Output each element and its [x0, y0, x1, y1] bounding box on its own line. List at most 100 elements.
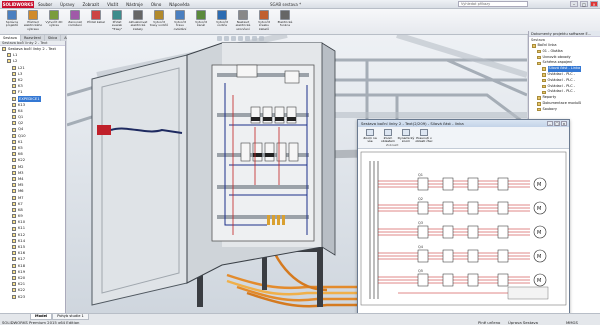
ribbon-tool-icon: [154, 10, 164, 20]
component-icon: [12, 164, 16, 169]
menu-item-3[interactable]: Vložit: [103, 2, 122, 7]
tree-item[interactable]: Sestava bočí linky 2 - Text: [0, 46, 65, 52]
component-icon: [12, 146, 16, 151]
schematic-device: [417, 225, 429, 239]
schematic-canvas[interactable]: M Q1 M Q2 M Q3 M Q4 M Q5: [358, 149, 569, 309]
menu-item-6[interactable]: Nápověda: [165, 2, 193, 7]
ribbon-button-0[interactable]: Správce projektů: [2, 9, 22, 33]
document-item[interactable]: Soubory: [529, 107, 600, 113]
component-icon: [12, 269, 16, 274]
ribbon-button-label: Zarovnat rozložení: [68, 20, 82, 28]
status-bar: Model Pohyb studie 1 SOLIDWORKS Premium 2…: [0, 313, 600, 325]
folder-icon: [542, 67, 546, 71]
maximize-button[interactable]: □: [580, 1, 588, 7]
document-title: SGAB sestava *: [270, 2, 302, 7]
zoom-button-0[interactable]: Zoom na vše: [361, 127, 379, 148]
menu-item-4[interactable]: Nástroje: [122, 2, 147, 7]
ribbon-button-label: Přidat kabel: [87, 20, 105, 24]
zoom-icon: [420, 129, 428, 136]
ribbon-tool-icon: [133, 10, 143, 20]
component-icon: [12, 121, 16, 126]
ribbon-button-label: Přehled elektrického výkresu: [23, 20, 43, 31]
tree-item[interactable]: K23: [0, 294, 65, 300]
ribbon-button-8[interactable]: Vytvořit trasu ovládání: [170, 9, 190, 33]
menu-item-5[interactable]: Okno: [147, 2, 165, 7]
ribbon-button-label: Vytvořit kanál: [195, 20, 207, 28]
component-icon: [7, 53, 11, 58]
ribbon-button-label: Správce projektů: [5, 20, 19, 28]
minimize-button[interactable]: –: [547, 121, 553, 126]
ribbon-tool-icon: [112, 10, 122, 20]
device-tag: Q3: [418, 221, 423, 225]
component-icon: [2, 47, 6, 52]
ribbon-button-label: Aktualizovat elektrické kabely: [128, 20, 148, 31]
ribbon-button-4[interactable]: Přidat kabel: [86, 9, 106, 33]
component-icon: [12, 127, 16, 132]
schematic-window-title: Sestava boční linky 2 - Text(2/209) - Si…: [361, 121, 464, 126]
ribbon-button-label: Nastavit elektrické ukončení: [235, 20, 251, 31]
component-icon: [12, 195, 16, 200]
solidworks-logo[interactable]: SOLIDWORKS: [2, 0, 34, 8]
component-icon: [12, 201, 16, 206]
zoom-button-2[interactable]: Dynamický zoom: [397, 127, 415, 148]
folder-icon: [537, 55, 541, 60]
schematic-device: [442, 201, 454, 215]
status-definition: Plně určeno: [478, 320, 501, 325]
zoom-button-3[interactable]: Posunutí v oblasti čtec: [415, 127, 433, 148]
document-tree: Boční linka 01 - Obálka Uvnovik obvody Sché…: [529, 43, 600, 113]
status-mode: Úprava Sestava: [508, 320, 538, 325]
ribbon-toolbar: Správce projektů Přehled elektrického výk…: [0, 9, 600, 35]
schematic-window-controls: – □ ×: [547, 121, 567, 126]
schematic-device: [467, 249, 479, 263]
component-icon: [12, 257, 16, 262]
ribbon-button-1[interactable]: Přehled elektrického výkresu: [23, 9, 43, 33]
motor-label: M: [537, 206, 541, 212]
minimize-button[interactable]: –: [570, 1, 578, 7]
ribbon-button-6[interactable]: Aktualizovat elektrické kabely: [128, 9, 148, 33]
search-input[interactable]: Vyhledat příkazy: [458, 1, 528, 7]
menu-item-2[interactable]: Zobrazit: [78, 2, 103, 7]
ribbon-tool-icon: [91, 10, 101, 20]
component-icon: [12, 108, 16, 113]
component-icon: [12, 84, 16, 89]
component-icon: [12, 71, 16, 76]
component-icon: [12, 183, 16, 188]
component-icon: [12, 263, 16, 268]
ribbon-button-5[interactable]: Přidat svazek "Trasy": [107, 9, 127, 33]
component-icon: [12, 170, 16, 175]
ribbon-button-10[interactable]: Vytvořit vodiče: [212, 9, 232, 33]
ribbon-tool-icon: [238, 10, 248, 20]
component-icon: [12, 65, 16, 70]
schematic-device: [497, 225, 509, 239]
ribbon-button-2[interactable]: Vytvořit 2D výkres: [44, 9, 64, 33]
ribbon-button-7[interactable]: Vytvořit trasy vodičů: [149, 9, 169, 33]
ribbon-button-9[interactable]: Vytvořit kanál: [191, 9, 211, 33]
ribbon-button-11[interactable]: Nastavit elektrické ukončení: [233, 9, 253, 33]
folder-icon: [537, 107, 541, 112]
title-bar: SOLIDWORKS Soubor Úpravy Zobrazit Vložit Nás…: [0, 0, 600, 9]
ribbon-button-12[interactable]: Vytvořit kresbu kabelů: [254, 9, 274, 33]
ribbon-group-label: Zobrazit: [386, 143, 399, 147]
maximize-button[interactable]: □: [554, 121, 560, 126]
component-icon: [12, 90, 16, 95]
document-item-label: Soubory: [542, 106, 557, 111]
ribbon-tool-icon: [70, 10, 80, 20]
component-icon: [12, 133, 16, 138]
component-icon: [12, 214, 16, 219]
ribbon-button-3[interactable]: Zarovnat rozložení: [65, 9, 85, 33]
component-icon: [12, 102, 16, 107]
schematic-window[interactable]: Sestava boční linky 2 - Text(2/209) - Si…: [357, 119, 570, 316]
units-indicator[interactable]: MMGS: [566, 320, 578, 325]
component-icon: [12, 245, 16, 250]
schematic-device: [442, 273, 454, 287]
close-button[interactable]: ×: [561, 121, 567, 126]
close-button[interactable]: ×: [590, 1, 598, 7]
ribbon-button-label: Vytvořit 2D výkres: [45, 20, 63, 28]
schematic-window-title-bar[interactable]: Sestava boční linky 2 - Text(2/209) - Si…: [358, 120, 569, 127]
ribbon-tool-icon: [259, 10, 269, 20]
menu-item-1[interactable]: Úpravy: [56, 2, 78, 7]
menu-item-0[interactable]: Soubor: [34, 2, 56, 7]
status-text: SOLIDWORKS Premium 2015 x64 Edition: [2, 320, 80, 325]
title-block: [507, 286, 549, 300]
ribbon-button-13[interactable]: Elektrické funkce: [275, 9, 295, 33]
